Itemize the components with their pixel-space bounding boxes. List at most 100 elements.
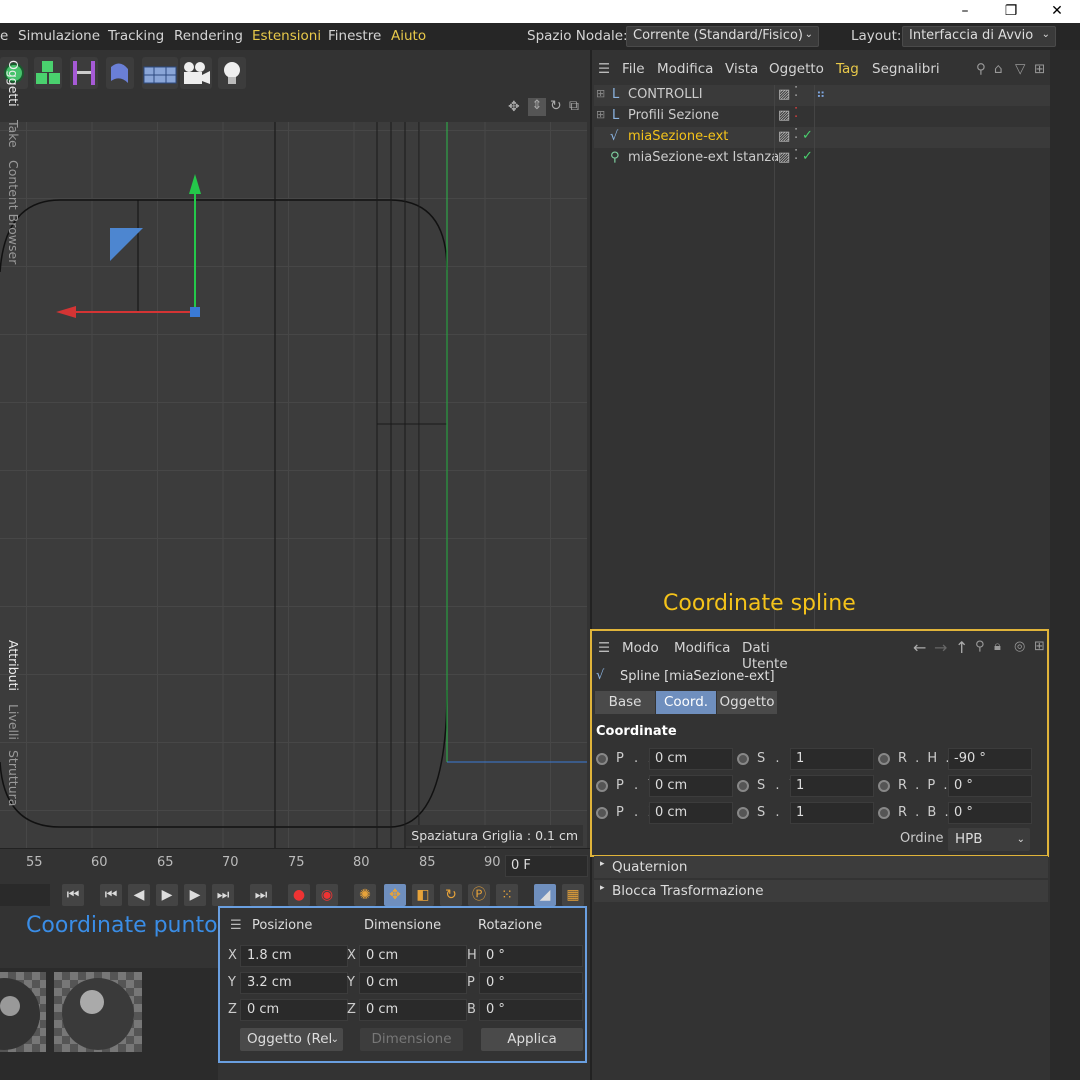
menu-icon[interactable]: ☰ xyxy=(598,640,610,656)
rotate-view-icon[interactable]: ↻ xyxy=(550,98,562,114)
coord-sx[interactable]: S . X1 xyxy=(735,748,875,770)
menu-icon[interactable]: ☰ xyxy=(230,918,242,933)
spazio-nodale-select[interactable]: Corrente (Standard/Fisico) ⌄ xyxy=(626,26,819,47)
object-row[interactable]: ⊞ L CONTROLLI ▨ ⁚ ⠶ xyxy=(594,85,1050,106)
menu-tracking[interactable]: Tracking xyxy=(108,28,164,44)
layer-icon[interactable]: ▨ xyxy=(778,108,790,123)
menu-icon[interactable]: ☰ xyxy=(598,61,610,77)
up-arrow-icon[interactable]: ↑ xyxy=(955,638,968,657)
record-icon[interactable]: ● xyxy=(288,884,310,906)
coord-px[interactable]: P . X0 cm xyxy=(594,748,734,770)
filter-icon[interactable]: ▽ xyxy=(1015,61,1025,77)
dim-x-field[interactable]: X0 cm xyxy=(347,945,467,967)
rot-b-value[interactable]: 0 ° xyxy=(479,999,583,1021)
object-name[interactable]: miaSezione-ext xyxy=(628,129,728,144)
expand-icon[interactable]: ⊞ xyxy=(596,108,605,121)
maximize-view-icon[interactable]: ⧉ xyxy=(569,98,579,114)
object-row[interactable]: ⊞ L Profili Sezione ▨ ⁚ xyxy=(594,106,1050,127)
object-row[interactable]: ⚲ miaSezione-ext Istanza ▨ ⁚ ✓ xyxy=(594,148,1050,169)
obj-menu-segnalibri[interactable]: Segnalibri xyxy=(872,61,940,77)
menu-finestre[interactable]: Finestre xyxy=(328,28,381,44)
coord-rh[interactable]: R . H . . -90 ° xyxy=(876,748,1032,770)
object-row-selected[interactable]: √ miaSezione-ext ▨ ⁚ ✓ xyxy=(594,127,1050,148)
search-icon[interactable]: ⚲ xyxy=(976,61,986,77)
blocca-section[interactable]: ▸ Blocca Trasformazione xyxy=(594,880,1048,902)
menu-rendering[interactable]: Rendering xyxy=(174,28,243,44)
home-icon[interactable]: ⌂ xyxy=(994,61,1003,77)
coord-rp-value[interactable]: 0 ° xyxy=(948,775,1032,797)
coord-px-value[interactable]: 0 cm xyxy=(649,748,733,770)
keyframe-radio-icon[interactable] xyxy=(737,807,749,819)
coord-rb[interactable]: R . B . .0 ° xyxy=(876,802,1032,824)
autokey-icon[interactable]: ◉ xyxy=(316,884,338,906)
visibility-dots[interactable]: ⁚ xyxy=(794,85,798,100)
rot-b-field[interactable]: B0 ° xyxy=(467,999,584,1021)
coord-rp[interactable]: R . P . .0 ° xyxy=(876,775,1032,797)
search-icon[interactable]: ⚲ xyxy=(975,639,985,654)
coord-sz[interactable]: S . Z1 xyxy=(735,802,875,824)
new-window-icon[interactable]: ⊞ xyxy=(1034,639,1045,654)
coord-pz-value[interactable]: 0 cm xyxy=(649,802,733,824)
attr-menu-modifica[interactable]: Modifica xyxy=(674,640,730,656)
attr-menu-dati-utente[interactable]: Dati Utente xyxy=(742,640,788,672)
light-icon[interactable] xyxy=(218,57,246,89)
keyframe-radio-icon[interactable] xyxy=(596,780,608,792)
side-tab-content-browser[interactable]: Content Browser xyxy=(6,160,21,264)
coord-py-value[interactable]: 0 cm xyxy=(649,775,733,797)
move-view-icon[interactable]: ✥ xyxy=(508,99,520,115)
tag-icon[interactable]: ⠶ xyxy=(816,87,826,102)
dim-z-value[interactable]: 0 cm xyxy=(359,999,467,1021)
close-icon[interactable]: ✕ xyxy=(1034,0,1080,23)
coord-sx-value[interactable]: 1 xyxy=(790,748,874,770)
deformer-icon[interactable] xyxy=(106,57,134,89)
scale-key-icon[interactable]: ◧ xyxy=(412,884,434,906)
dim-x-value[interactable]: 0 cm xyxy=(359,945,467,967)
coord-rb-value[interactable]: 0 ° xyxy=(948,802,1032,824)
keyframe-radio-icon[interactable] xyxy=(596,807,608,819)
rot-h-field[interactable]: H0 ° xyxy=(467,945,584,967)
object-name[interactable]: CONTROLLI xyxy=(628,87,703,102)
back-arrow-icon[interactable]: ← xyxy=(913,638,926,657)
object-name[interactable]: Profili Sezione xyxy=(628,108,719,123)
minimize-icon[interactable]: – xyxy=(942,0,988,23)
keyframe-radio-icon[interactable] xyxy=(596,753,608,765)
floor-icon[interactable] xyxy=(142,57,178,89)
start-frame-field[interactable] xyxy=(0,884,50,906)
coord-sy-value[interactable]: 1 xyxy=(790,775,874,797)
visibility-dots[interactable]: ⁚ xyxy=(794,127,798,142)
tab-oggetto[interactable]: Oggetto xyxy=(717,691,777,714)
check-icon[interactable]: ✓ xyxy=(802,128,813,143)
coord-pz[interactable]: P . Z0 cm xyxy=(594,802,734,824)
dim-z-field[interactable]: Z0 cm xyxy=(347,999,467,1021)
coord-rh-value[interactable]: -90 ° xyxy=(948,748,1032,770)
dim-y-field[interactable]: Y0 cm xyxy=(347,972,467,994)
pos-z-value[interactable]: 0 cm xyxy=(240,999,348,1021)
layer-icon[interactable]: ▨ xyxy=(778,87,790,102)
pos-x-field[interactable]: X 1.8 cm xyxy=(228,945,348,967)
visibility-dots[interactable]: ⁚ xyxy=(794,106,798,121)
cubes-icon[interactable] xyxy=(34,57,62,89)
forward-arrow-icon[interactable]: → xyxy=(934,638,947,657)
coord-sz-value[interactable]: 1 xyxy=(790,802,874,824)
next-frame-icon[interactable]: ▶ xyxy=(184,884,206,906)
rotate-key-icon[interactable]: ↻ xyxy=(440,884,462,906)
move-key-icon[interactable]: ✥ xyxy=(384,884,406,906)
param-key-icon[interactable]: Ⓟ xyxy=(468,884,490,906)
restore-icon[interactable]: ❐ xyxy=(988,0,1034,23)
obj-menu-file[interactable]: File xyxy=(622,61,645,77)
menu-estensioni[interactable]: Estensioni xyxy=(252,28,321,44)
play-icon[interactable]: ▶ xyxy=(156,884,178,906)
frame-field[interactable]: 0 F xyxy=(505,855,588,877)
keyframe-radio-icon[interactable] xyxy=(737,780,749,792)
side-tab-struttura[interactable]: Struttura xyxy=(6,750,21,806)
keyframe-radio-icon[interactable] xyxy=(878,753,890,765)
side-tab-attributi[interactable]: Attributi xyxy=(6,640,21,691)
ordine-select[interactable]: HPB ⌄ xyxy=(948,828,1030,851)
goto-start-icon[interactable]: ⏮ xyxy=(62,884,84,906)
new-window-icon[interactable]: ⊞ xyxy=(1034,61,1045,77)
mode-select[interactable]: Oggetto (Rel ⌄ xyxy=(240,1028,343,1051)
side-tab-oggetti[interactable]: Oggetti xyxy=(6,60,21,107)
prev-key-icon[interactable]: ⏮ xyxy=(100,884,122,906)
layout-select[interactable]: Interfaccia di Avvio ⌄ xyxy=(902,26,1056,47)
pos-y-value[interactable]: 3.2 cm xyxy=(240,972,348,994)
